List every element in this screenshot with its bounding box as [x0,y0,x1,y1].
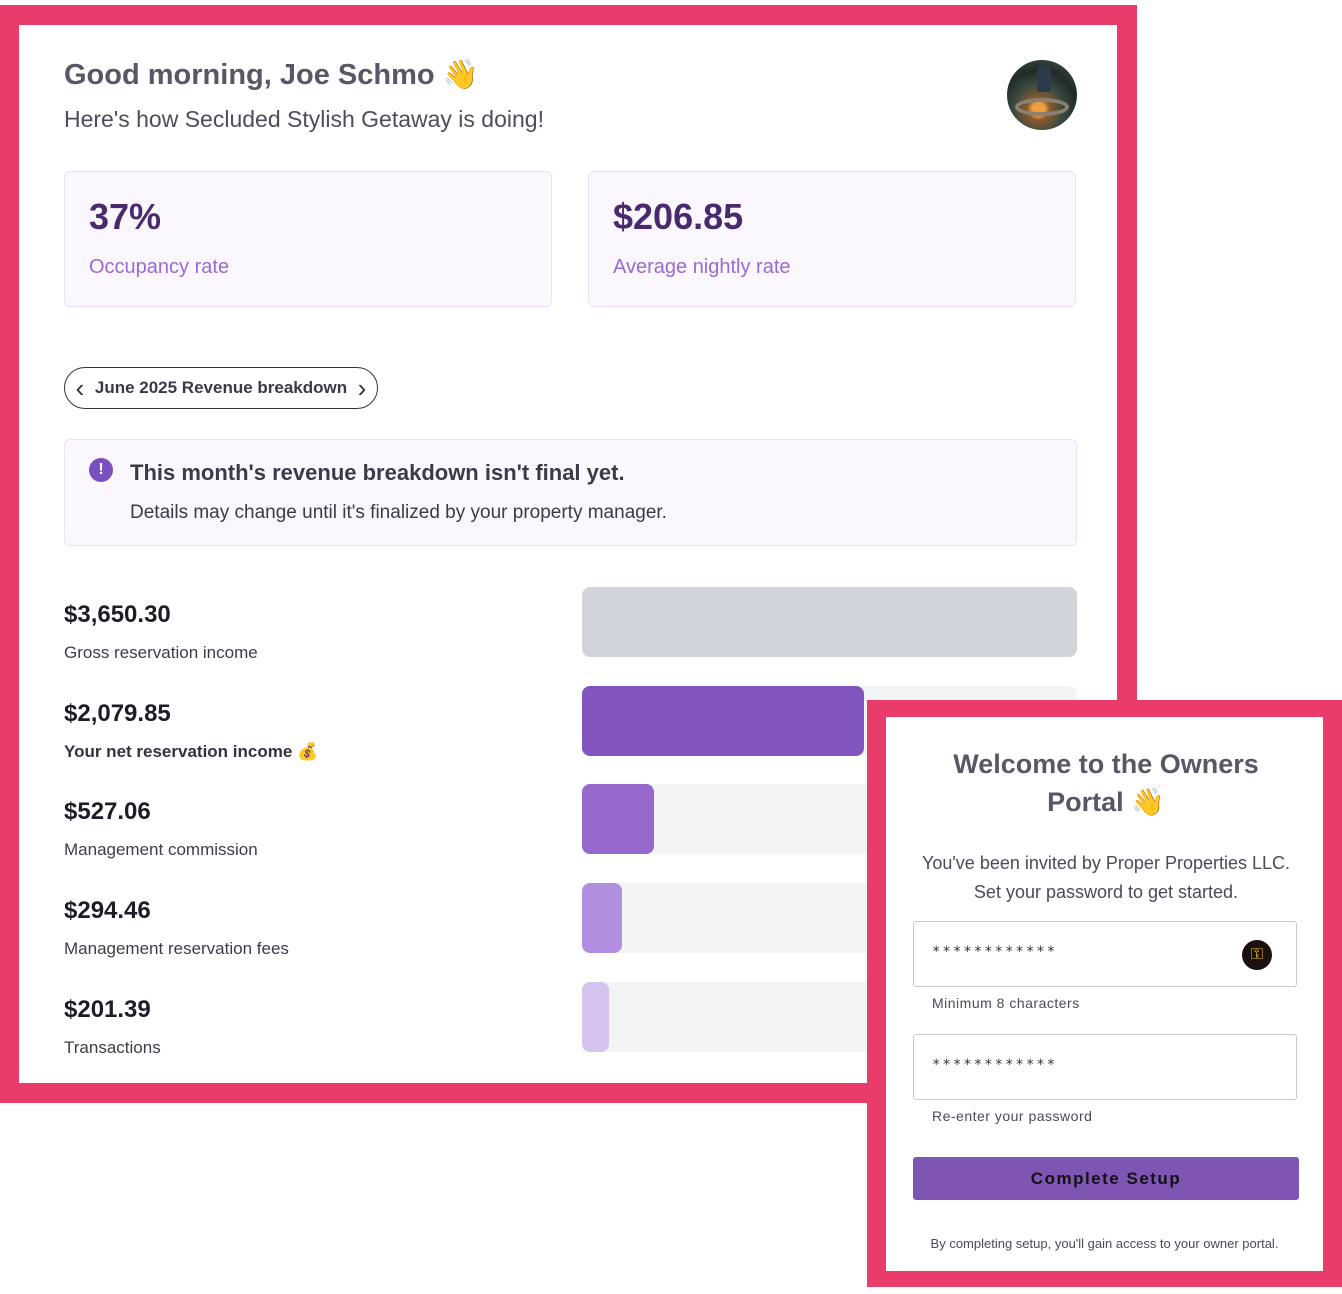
password-input[interactable]: ************ ⚿ [913,921,1297,987]
revenue-amount: $294.46 [64,897,151,925]
occupancy-value: 37% [89,196,162,237]
revenue-bar [582,883,622,954]
revenue-amount: $3,650.30 [64,601,171,628]
occupancy-stat-card: 37% Occupancy rate [64,171,552,307]
property-subtitle: Here's how Secluded Stylish Getaway is d… [64,106,544,132]
nightly-rate-stat-card: $206.85 Average nightly rate [588,171,1076,307]
nightly-rate-value: $206.85 [613,196,744,237]
revenue-label-text: Management reservation fees [64,939,289,959]
revenue-label: Your net reservation income 💰 [64,742,318,762]
revenue-amount: $2,079.85 [64,699,171,727]
setup-footnote: By completing setup, you'll gain access … [930,1236,1279,1251]
confirm-password-hint: Re-enter your password [932,1108,1093,1124]
owner-setup-panel: Welcome to the Owners Portal 👋 You've be… [886,717,1323,1271]
password-masked-value: ************ [932,944,1058,960]
key-icon[interactable]: ⚿ [1242,940,1272,970]
wave-emoji-icon: 👋 [442,57,479,91]
revenue-amount: $201.39 [64,995,151,1023]
month-selector-label: June 2025 Revenue breakdown [94,378,348,397]
login-window-frame: Welcome to the Owners Portal 👋 You've be… [867,700,1342,1287]
revenue-label: Management commission [64,840,258,860]
chevron-left-icon[interactable]: ‹ [73,375,87,401]
revenue-label-text: Transactions [64,1037,161,1057]
avatar-firepit-shape [1015,98,1069,116]
notice-body: Details may change until it's finalized … [130,502,667,523]
revenue-row: $3,650.30 Gross reservation income [64,581,1077,663]
occupancy-label: Occupancy rate [89,256,230,278]
revenue-bar-track [582,587,1077,657]
revenue-amount: $527.06 [64,798,151,826]
avatar[interactable] [1007,60,1077,130]
revenue-bar [582,587,1077,657]
login-title: Welcome to the Owners Portal 👋 [916,745,1296,822]
revenue-bar [582,981,609,1052]
revenue-bar [582,685,864,756]
chevron-right-icon[interactable]: › [355,375,369,401]
wave-emoji-icon: 👋 [1131,787,1165,818]
greeting-text: Good morning, Joe Schmo [64,59,435,91]
login-title-text: Welcome to the Owners Portal [953,749,1259,817]
confirm-password-input[interactable]: ************ [913,1034,1297,1100]
revenue-label: Gross reservation income [64,643,258,663]
revenue-bar [582,784,654,855]
revenue-label-text: Your net reservation income [64,741,293,761]
month-selector: ‹ June 2025 Revenue breakdown › [64,367,378,409]
greeting-heading: Good morning, Joe Schmo 👋 [64,57,479,92]
money-bag-icon: 💰 [297,741,319,762]
password-hint: Minimum 8 characters [932,995,1080,1011]
alert-icon: ! [89,458,113,482]
notice-title: This month's revenue breakdown isn't fin… [130,460,625,485]
nightly-rate-label: Average nightly rate [613,256,791,278]
revenue-label: Management reservation fees [64,939,289,959]
revenue-label-text: Management commission [64,840,258,860]
not-final-notice: ! This month's revenue breakdown isn't f… [64,439,1077,546]
confirm-password-masked-value: ************ [932,1057,1058,1073]
invite-text: You've been invited by Proper Properties… [922,853,1290,902]
revenue-label: Transactions [64,1038,161,1058]
complete-setup-button[interactable]: Complete Setup [913,1157,1299,1200]
avatar-person-shape [1037,66,1051,92]
revenue-label-text: Gross reservation income [64,643,258,662]
